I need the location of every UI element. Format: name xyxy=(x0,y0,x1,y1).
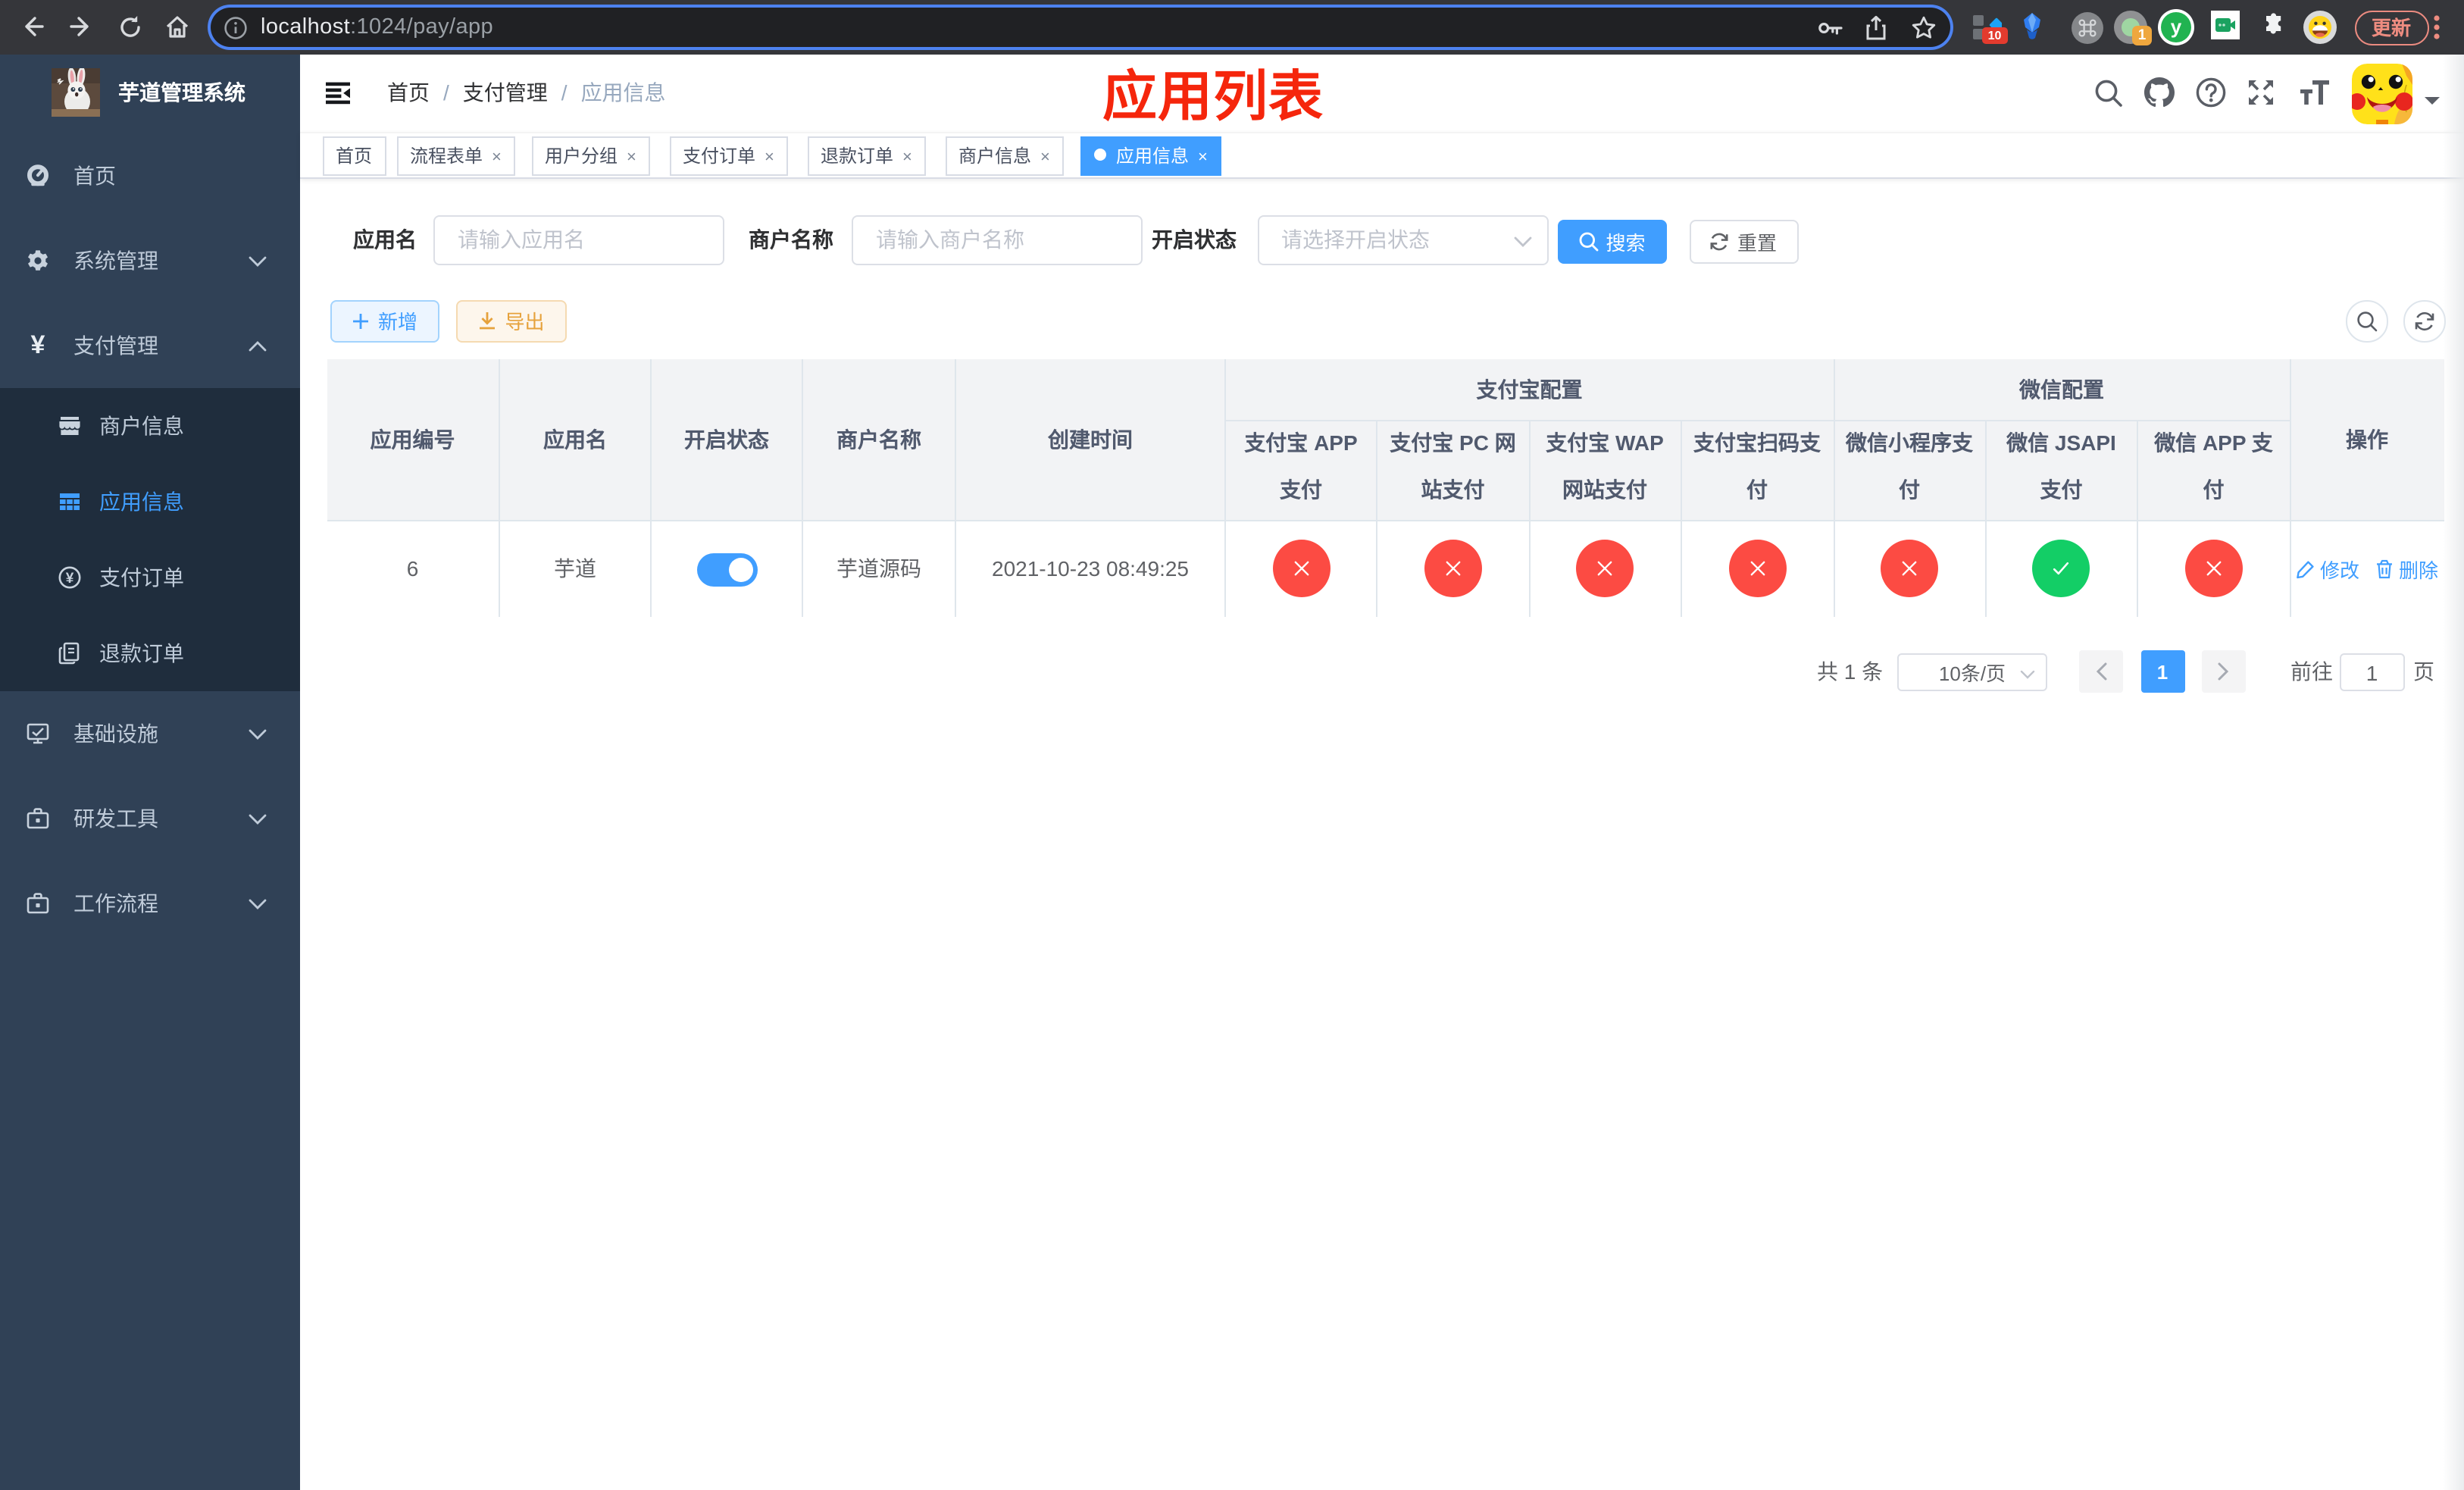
svg-text:¥: ¥ xyxy=(65,570,73,586)
